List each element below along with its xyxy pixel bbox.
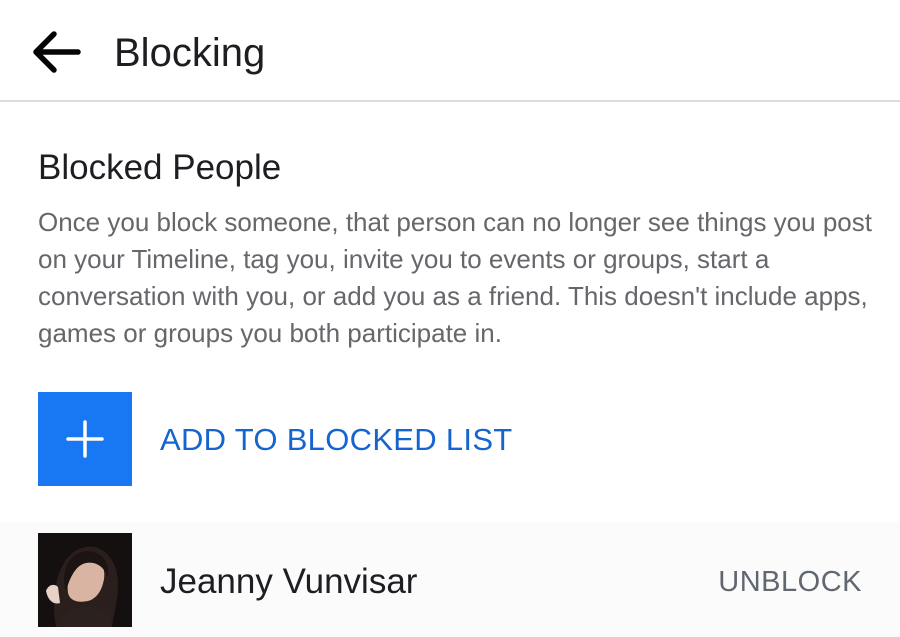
profile-photo xyxy=(38,533,132,627)
blocked-person-row: Jeanny Vunvisar UNBLOCK xyxy=(0,522,900,637)
blocking-screen: Blocking Blocked People Once you block s… xyxy=(0,0,900,637)
add-to-blocked-list-button[interactable]: ADD TO BLOCKED LIST xyxy=(0,380,900,496)
unblock-button[interactable]: UNBLOCK xyxy=(718,562,862,602)
page-title: Blocking xyxy=(114,31,266,75)
top-app-bar: Blocking xyxy=(0,0,900,102)
section-description: Once you block someone, that person can … xyxy=(38,207,872,348)
plus-icon xyxy=(66,420,104,458)
add-icon-tile xyxy=(38,392,132,486)
blocked-person-name: Jeanny Vunvisar xyxy=(160,562,418,601)
arrow-left-icon xyxy=(33,31,81,73)
add-to-blocked-list-label: ADD TO BLOCKED LIST xyxy=(160,422,513,457)
section-title: Blocked People xyxy=(38,148,282,187)
back-button[interactable] xyxy=(22,18,90,86)
avatar xyxy=(38,533,132,627)
